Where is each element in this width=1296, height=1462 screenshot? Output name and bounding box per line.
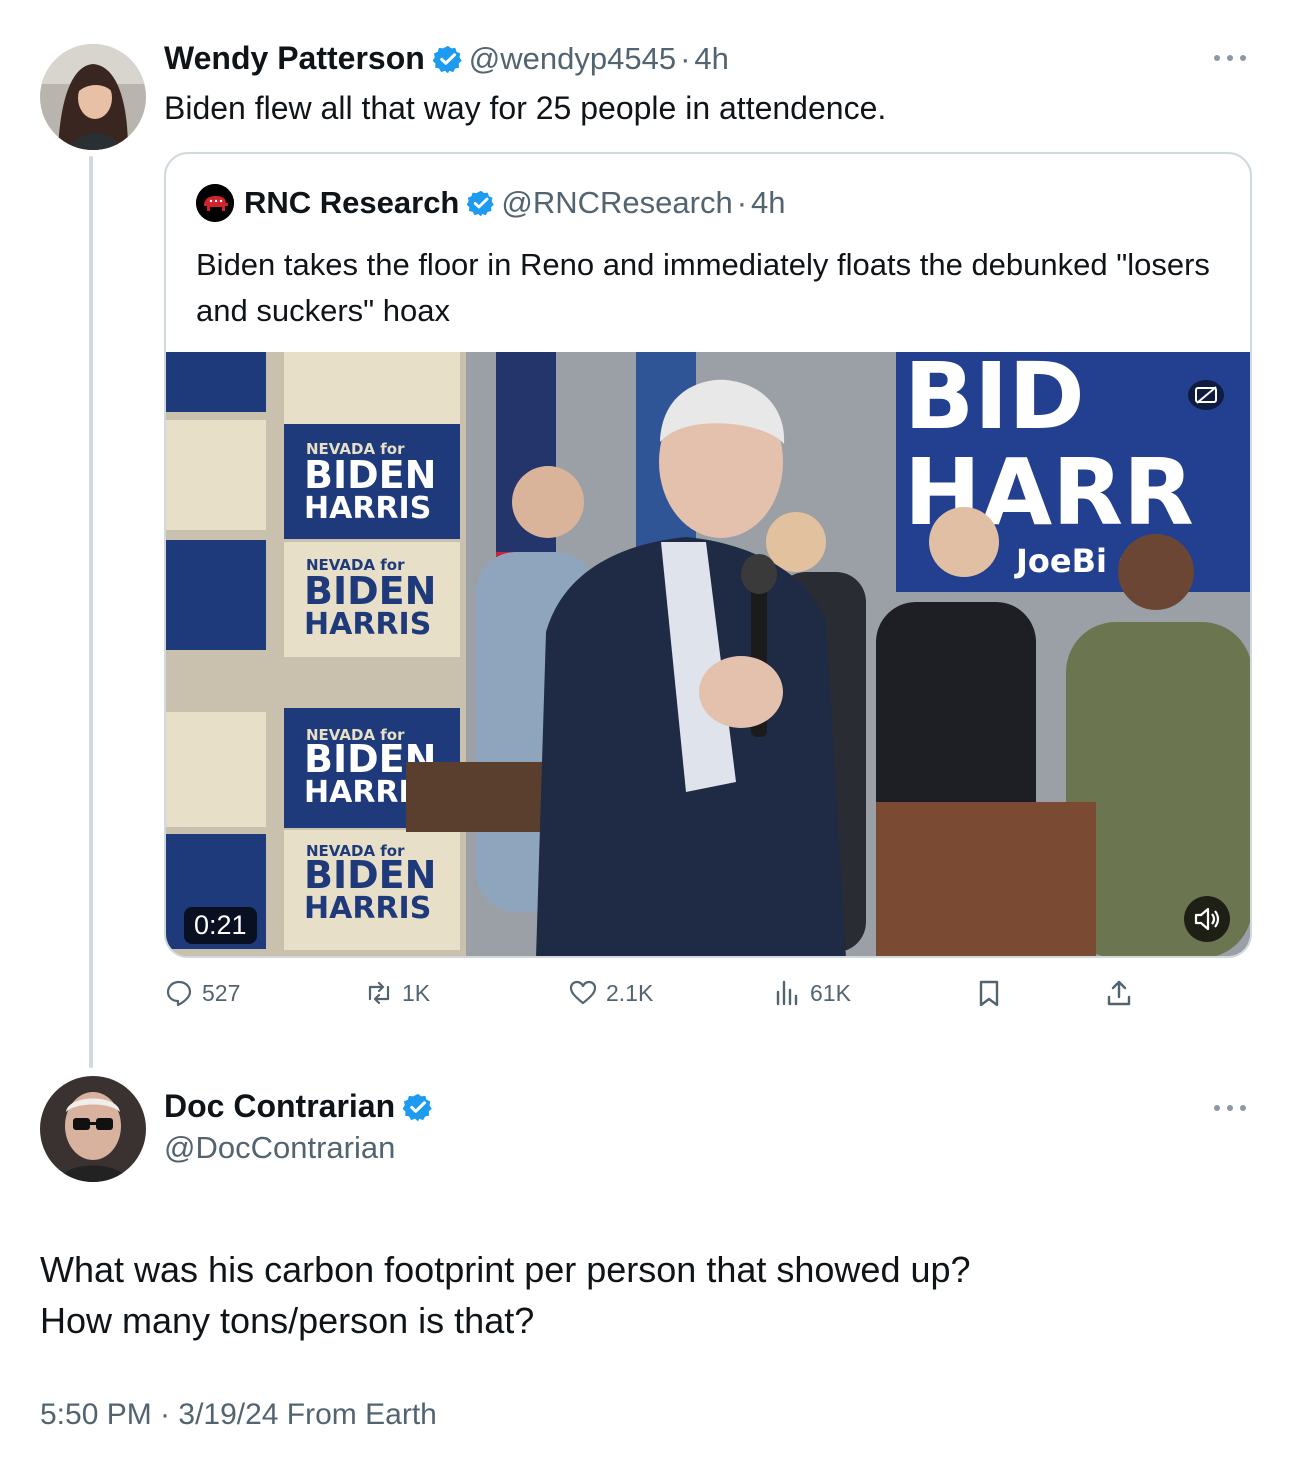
video-player[interactable]: NEVADA for BIDEN HARRIS NEVADA for BIDEN…: [166, 352, 1250, 956]
quoted-author-handle[interactable]: @RNCResearch: [501, 185, 732, 221]
reply-author-handle[interactable]: @DocContrarian: [164, 1130, 395, 1166]
views-count: 61K: [810, 979, 851, 1006]
reply-text: What was his carbon footprint per person…: [40, 1244, 971, 1346]
separator-dot: ·: [736, 185, 748, 220]
repost-icon: [368, 981, 390, 1005]
more-icon[interactable]: [1212, 1102, 1248, 1114]
video-frame: NEVADA for BIDEN HARRIS NEVADA for BIDEN…: [166, 352, 1250, 956]
reply-header: Doc Contrarian: [164, 1088, 439, 1125]
reply-icon: [166, 980, 192, 1007]
captions-icon[interactable]: [1188, 380, 1224, 410]
video-duration: 0:21: [184, 907, 257, 944]
sign-text: HARRIS: [304, 891, 431, 926]
reply-text-line: What was his carbon footprint per person…: [40, 1249, 971, 1290]
like-button[interactable]: 2.1K: [568, 978, 653, 1008]
quoted-author-name[interactable]: RNC Research: [244, 185, 459, 221]
tweet-time[interactable]: 4h: [694, 41, 728, 77]
reply-timestamp[interactable]: 5:50 PM · 3/19/24 From Earth: [40, 1398, 437, 1432]
repost-count: 1K: [402, 979, 431, 1006]
separator-dot: ·: [680, 40, 691, 76]
like-count: 2.1K: [606, 979, 654, 1006]
views-button[interactable]: 61K: [772, 978, 851, 1008]
views-icon: [776, 980, 798, 1006]
mute-icon[interactable]: [1184, 896, 1230, 942]
quoted-tweet-card[interactable]: RNC Research @RNCResearch · 4h Biden tak…: [164, 152, 1252, 958]
more-icon[interactable]: [1212, 52, 1248, 64]
quoted-tweet-text: Biden takes the floor in Reno and immedi…: [196, 247, 1210, 328]
quoted-tweet-header: RNC Research @RNCResearch · 4h: [196, 184, 786, 222]
rnc-logo[interactable]: [196, 184, 234, 222]
doc-avatar[interactable]: [40, 1076, 146, 1182]
wendy-avatar[interactable]: [40, 44, 146, 150]
screen-text: BID: [904, 352, 1085, 450]
sign-text: HARRIS: [304, 607, 431, 642]
tweet-header: Wendy Patterson @wendyp4545 · 4h: [164, 40, 729, 77]
tweet-text: Biden flew all that way for 25 people in…: [164, 90, 887, 126]
author-handle[interactable]: @wendyp4545: [469, 41, 676, 77]
thread-line: [89, 156, 93, 1068]
verified-badge-icon: [467, 190, 495, 217]
action-bar: 527 1K 2.1K 61K: [164, 978, 1144, 1018]
verified-badge-icon: [432, 45, 462, 73]
verified-badge-icon: [403, 1093, 432, 1121]
share-button[interactable]: [1104, 978, 1142, 1008]
reply-button[interactable]: 527: [164, 978, 240, 1008]
reply-author-name[interactable]: Doc Contrarian: [164, 1088, 395, 1125]
share-icon: [1107, 980, 1131, 1006]
sign-text: HARRIS: [304, 491, 431, 526]
author-name[interactable]: Wendy Patterson: [164, 40, 425, 77]
bookmark-button[interactable]: [974, 978, 1012, 1008]
like-icon: [569, 980, 597, 1005]
bookmark-icon: [979, 980, 999, 1007]
reply-text-line: How many tons/person is that?: [40, 1300, 535, 1341]
repost-button[interactable]: 1K: [364, 978, 430, 1008]
quoted-time[interactable]: 4h: [751, 185, 785, 221]
reply-count: 527: [202, 979, 241, 1006]
